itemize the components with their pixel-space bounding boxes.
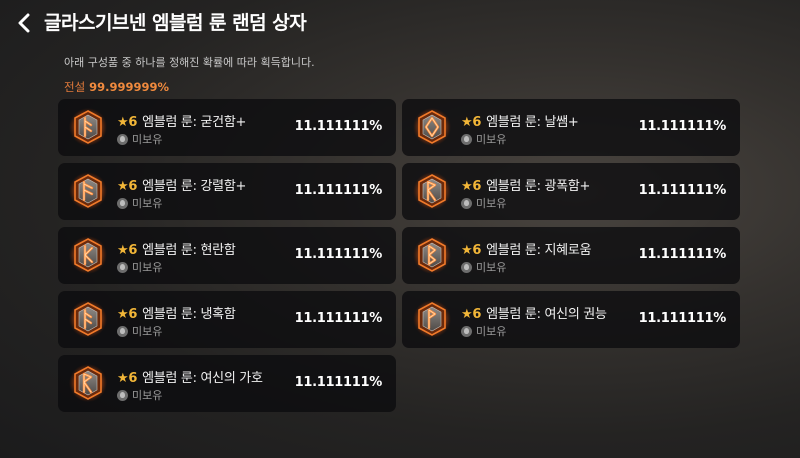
rune-berkano-icon bbox=[412, 235, 452, 275]
item-name-text: 엠블럼 룬: 여신의 가호 bbox=[142, 371, 263, 386]
item-name-text: 엠블럼 룬: 여신의 권능 bbox=[486, 307, 607, 322]
ownership-status: 미보유 bbox=[461, 131, 506, 147]
star-icon: ★ bbox=[461, 115, 473, 130]
ownership-text: 미보유 bbox=[132, 133, 163, 146]
item-name: ★6 엠블럼 룬: 냉혹함 bbox=[117, 303, 236, 322]
ownership-status: 미보유 bbox=[461, 259, 506, 275]
ownership-text: 미보유 bbox=[132, 261, 163, 274]
ownership-text: 미보유 bbox=[132, 197, 163, 210]
ownership-text: 미보유 bbox=[476, 133, 507, 146]
ownership-text: 미보유 bbox=[476, 325, 507, 338]
ownership-icon bbox=[461, 197, 472, 209]
star-icon: ★ bbox=[117, 179, 129, 194]
rune-fehu-icon bbox=[68, 171, 108, 211]
rune-wunjo-icon bbox=[412, 299, 452, 339]
item-grade: 6 bbox=[128, 115, 138, 130]
rune-item-card[interactable]: ★6 엠블럼 룬: 광폭함+ 미보유 11.111111% bbox=[402, 163, 740, 220]
rune-diamond-icon bbox=[412, 107, 452, 147]
item-probability: 11.111111% bbox=[294, 119, 383, 134]
item-name: ★6 엠블럼 룬: 현란함 bbox=[117, 239, 236, 258]
ownership-icon bbox=[461, 133, 472, 145]
star-icon: ★ bbox=[461, 307, 473, 322]
rarity-label: 전설 bbox=[64, 80, 86, 94]
ownership-status: 미보유 bbox=[117, 323, 162, 339]
rune-item-card[interactable]: ★6 엠블럼 룬: 여신의 권능 미보유 11.111111% bbox=[402, 291, 740, 348]
star-icon: ★ bbox=[461, 179, 473, 194]
item-name-text: 엠블럼 룬: 강렬함+ bbox=[142, 179, 247, 194]
item-grade: 6 bbox=[128, 371, 138, 386]
star-icon: ★ bbox=[117, 115, 129, 130]
ownership-status: 미보유 bbox=[461, 195, 506, 211]
item-grade: 6 bbox=[472, 243, 482, 258]
item-name-text: 엠블럼 룬: 현란함 bbox=[142, 243, 236, 258]
ownership-status: 미보유 bbox=[117, 131, 162, 147]
item-name: ★6 엠블럼 룬: 여신의 가호 bbox=[117, 367, 263, 386]
rune-item-card[interactable]: ★6 엠블럼 룬: 날쌤+ 미보유 11.111111% bbox=[402, 99, 740, 156]
rune-raido-icon bbox=[68, 363, 108, 403]
ownership-status: 미보유 bbox=[117, 195, 162, 211]
item-grade: 6 bbox=[472, 115, 482, 130]
item-probability: 11.111111% bbox=[294, 311, 383, 326]
ownership-text: 미보유 bbox=[132, 389, 163, 402]
ownership-status: 미보유 bbox=[117, 259, 162, 275]
page-title: 글라스기브넨 엠블럼 룬 랜덤 상자 bbox=[44, 12, 307, 34]
description-text: 아래 구성품 중 하나를 정해진 확률에 따라 획득합니다. bbox=[64, 56, 315, 69]
rune-item-card[interactable]: ★6 엠블럼 룬: 지혜로움 미보유 11.111111% bbox=[402, 227, 740, 284]
ownership-icon bbox=[117, 325, 128, 337]
item-grade: 6 bbox=[128, 307, 138, 322]
back-button[interactable] bbox=[10, 8, 38, 38]
star-icon: ★ bbox=[117, 243, 129, 258]
star-icon: ★ bbox=[117, 307, 129, 322]
ownership-icon bbox=[117, 389, 128, 401]
star-icon: ★ bbox=[117, 371, 129, 386]
rune-ansuz-icon bbox=[68, 107, 108, 147]
item-probability: 11.111111% bbox=[294, 375, 383, 390]
item-name-text: 엠블럼 룬: 굳건함+ bbox=[142, 115, 247, 130]
rune-item-card[interactable]: ★6 엠블럼 룬: 강렬함+ 미보유 11.111111% bbox=[58, 163, 396, 220]
item-name: ★6 엠블럼 룬: 광폭함+ bbox=[461, 175, 590, 194]
header: 글라스기브넨 엠블럼 룬 랜덤 상자 bbox=[0, 0, 800, 44]
rune-raido-icon bbox=[412, 171, 452, 211]
ownership-text: 미보유 bbox=[132, 325, 163, 338]
rune-item-card[interactable]: ★6 엠블럼 룬: 냉혹함 미보유 11.111111% bbox=[58, 291, 396, 348]
ownership-status: 미보유 bbox=[461, 323, 506, 339]
ownership-text: 미보유 bbox=[476, 261, 507, 274]
ownership-icon bbox=[461, 261, 472, 273]
item-probability: 11.111111% bbox=[294, 247, 383, 262]
item-name: ★6 엠블럼 룬: 강렬함+ bbox=[117, 175, 246, 194]
item-name-text: 엠블럼 룬: 광폭함+ bbox=[486, 179, 591, 194]
rarity-summary: 전설 99.999999% bbox=[64, 79, 169, 95]
item-probability: 11.111111% bbox=[638, 247, 727, 262]
rarity-probability: 99.999999% bbox=[89, 80, 170, 94]
star-icon: ★ bbox=[461, 243, 473, 258]
ownership-icon bbox=[461, 325, 472, 337]
rune-item-card[interactable]: ★6 엠블럼 룬: 굳건함+ 미보유 11.111111% bbox=[58, 99, 396, 156]
ownership-status: 미보유 bbox=[117, 387, 162, 403]
rune-item-card[interactable]: ★6 엠블럼 룬: 여신의 가호 미보유 11.111111% bbox=[58, 355, 396, 412]
item-name: ★6 엠블럼 룬: 굳건함+ bbox=[117, 111, 246, 130]
item-grade: 6 bbox=[128, 179, 138, 194]
chevron-left-icon bbox=[18, 13, 30, 33]
item-probability: 11.111111% bbox=[638, 311, 727, 326]
item-name-text: 엠블럼 룬: 냉혹함 bbox=[142, 307, 236, 322]
rune-ansuz-icon bbox=[68, 299, 108, 339]
item-name-text: 엠블럼 룬: 날쌤+ bbox=[486, 115, 579, 130]
ownership-icon bbox=[117, 261, 128, 273]
ownership-icon bbox=[117, 133, 128, 145]
item-name-text: 엠블럼 룬: 지혜로움 bbox=[486, 243, 592, 258]
item-name: ★6 엠블럼 룬: 여신의 권능 bbox=[461, 303, 607, 322]
item-name: ★6 엠블럼 룬: 지혜로움 bbox=[461, 239, 591, 258]
item-probability: 11.111111% bbox=[294, 183, 383, 198]
item-name: ★6 엠블럼 룬: 날쌤+ bbox=[461, 111, 579, 130]
ownership-text: 미보유 bbox=[476, 197, 507, 210]
rune-kaun-icon bbox=[68, 235, 108, 275]
item-grade: 6 bbox=[128, 243, 138, 258]
item-grade: 6 bbox=[472, 307, 482, 322]
item-probability: 11.111111% bbox=[638, 119, 727, 134]
item-probability: 11.111111% bbox=[638, 183, 727, 198]
ownership-icon bbox=[117, 197, 128, 209]
rune-item-card[interactable]: ★6 엠블럼 룬: 현란함 미보유 11.111111% bbox=[58, 227, 396, 284]
item-grade: 6 bbox=[472, 179, 482, 194]
